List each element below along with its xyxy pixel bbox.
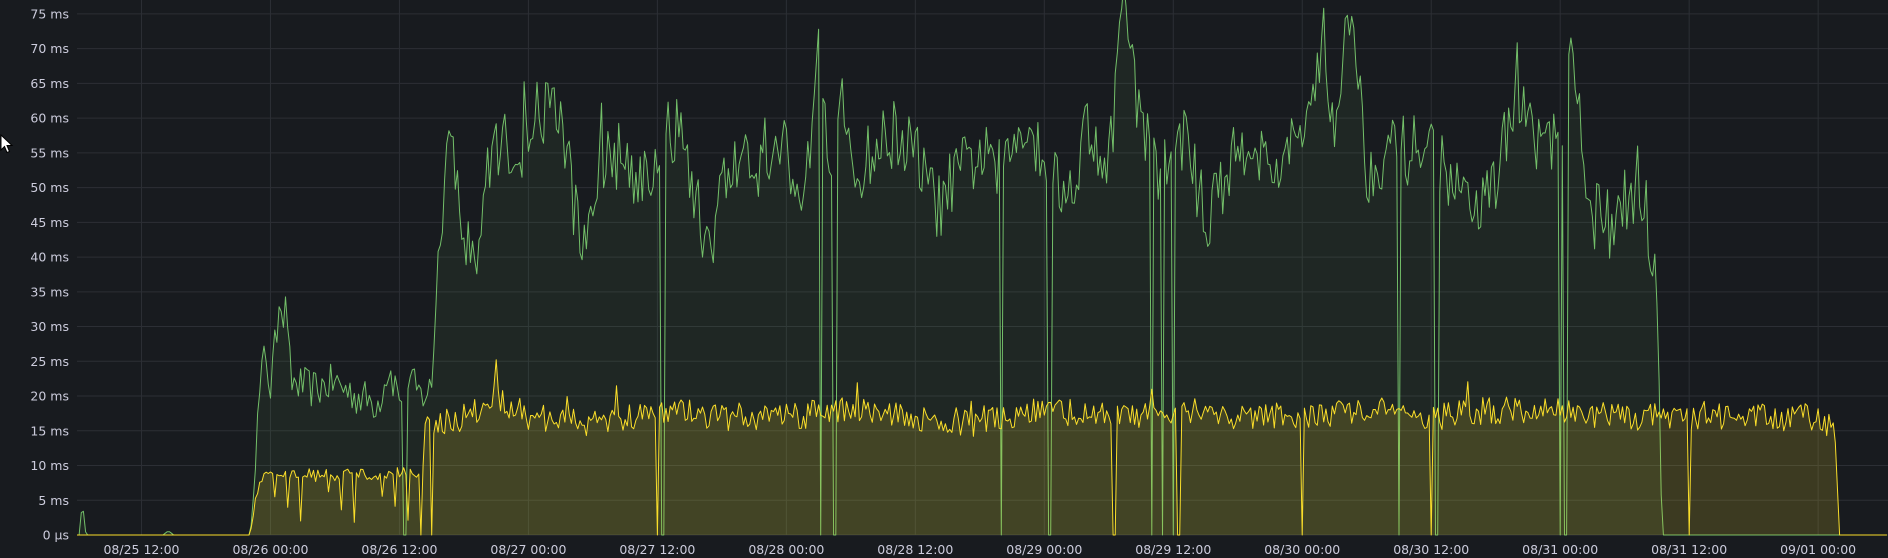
x-tick-label: 09/01 00:00 [1780, 542, 1856, 557]
y-tick-label: 25 ms [30, 354, 69, 369]
y-tick-label: 65 ms [30, 76, 69, 91]
y-tick-label: 40 ms [30, 250, 69, 265]
y-tick-label: 60 ms [30, 111, 69, 126]
y-tick-label: 55 ms [30, 145, 69, 160]
y-tick-label: 20 ms [30, 389, 69, 404]
y-tick-label: 75 ms [30, 6, 69, 21]
x-tick-label: 08/27 00:00 [490, 542, 566, 557]
x-tick-label: 08/31 00:00 [1522, 542, 1598, 557]
y-axis: 0 µs 5 ms 10 ms 15 ms 20 ms 25 ms 30 ms 35 ms 40… [30, 6, 69, 542]
x-tick-label: 08/28 00:00 [748, 542, 824, 557]
x-axis: 08/25 12:00 08/26 00:00 08/26 12:00 08/27 0… [103, 542, 1856, 557]
x-tick-label: 08/30 00:00 [1264, 542, 1340, 557]
chart-series [77, 0, 1887, 536]
y-tick-label: 15 ms [30, 423, 69, 438]
x-tick-label: 08/31 12:00 [1651, 542, 1727, 557]
y-tick-label: 30 ms [30, 319, 69, 334]
x-tick-label: 08/29 12:00 [1135, 542, 1211, 557]
x-tick-label: 08/27 12:00 [619, 542, 695, 557]
y-tick-label: 50 ms [30, 180, 69, 195]
x-tick-label: 08/26 00:00 [232, 542, 308, 557]
x-tick-label: 08/25 12:00 [103, 542, 179, 557]
x-tick-label: 08/28 12:00 [877, 542, 953, 557]
y-tick-label: 35 ms [30, 284, 69, 299]
y-tick-label: 45 ms [30, 215, 69, 230]
y-tick-label: 10 ms [30, 458, 69, 473]
x-tick-label: 08/26 12:00 [361, 542, 437, 557]
x-tick-label: 08/29 00:00 [1006, 542, 1082, 557]
y-tick-label: 5 ms [38, 493, 69, 508]
mouse-pointer-icon [0, 133, 14, 154]
y-tick-label: 70 ms [30, 41, 69, 56]
x-tick-label: 08/30 12:00 [1393, 542, 1469, 557]
y-tick-label: 0 µs [43, 528, 69, 543]
latency-chart: 0 µs 5 ms 10 ms 15 ms 20 ms 25 ms 30 ms 35 ms 40… [30, 0, 1888, 557]
